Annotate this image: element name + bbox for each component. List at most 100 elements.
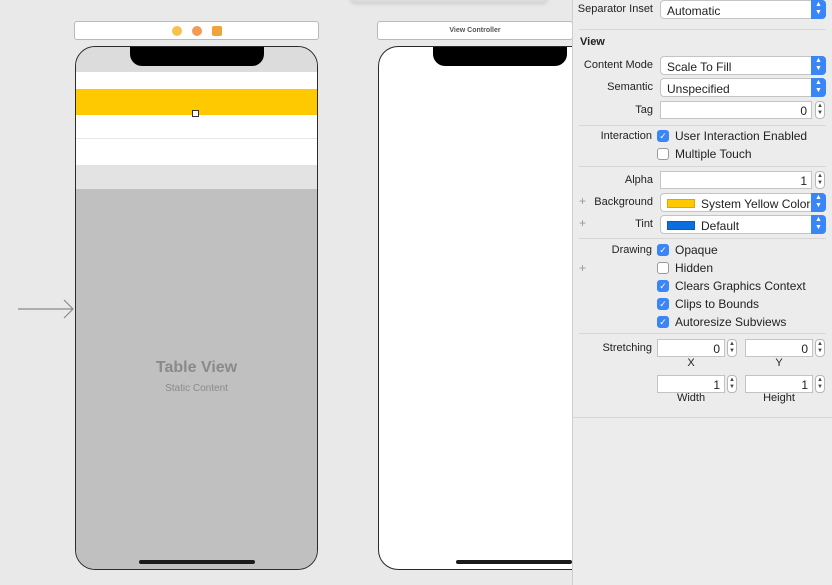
plus-icon[interactable]: + — [579, 216, 586, 230]
semantic-row: Semantic Unspecified ▲ ▼ — [573, 78, 832, 98]
checkmark-icon: ✓ — [657, 280, 669, 292]
tag-label: Tag — [635, 104, 653, 116]
checkbox-label: Autoresize Subviews — [675, 315, 787, 329]
stretching-x-stepper[interactable]: ▲ ▼ — [727, 339, 737, 357]
tint-row: + Tint Default ▲ ▼ — [573, 215, 832, 235]
tag-row: Tag 0 ▲ ▼ — [573, 101, 832, 121]
stretching-label: Stretching — [602, 342, 652, 354]
home-indicator — [139, 560, 255, 564]
content-mode-value: Scale To Fill — [667, 60, 732, 74]
content-mode-popup[interactable]: Scale To Fill ▲ ▼ — [660, 56, 826, 75]
device-notch — [433, 47, 567, 66]
color-swatch — [667, 199, 695, 208]
scene-dock-table-controller[interactable] — [74, 21, 319, 40]
autoresize-subviews-checkbox[interactable]: ✓ Autoresize Subviews — [657, 314, 786, 330]
content-mode-row: Content Mode Scale To Fill ▲ ▼ — [573, 56, 832, 76]
checkmark-icon: ✓ — [657, 244, 669, 256]
separator-inset-row: Separator Inset Automatic ▲ ▼ — [573, 0, 832, 20]
tint-label: Tint — [635, 218, 653, 230]
table-view-body[interactable] — [76, 189, 317, 569]
semantic-value: Unspecified — [667, 82, 730, 96]
table-cell[interactable] — [76, 139, 317, 165]
checkbox-label: Clears Graphics Context — [675, 279, 806, 293]
view-controller-icon[interactable] — [171, 25, 182, 36]
divider — [579, 125, 826, 126]
alpha-stepper[interactable]: ▲ ▼ — [815, 171, 825, 189]
divider — [579, 29, 826, 30]
checkmark-icon: ✓ — [657, 316, 669, 328]
view-controller-scene[interactable] — [378, 46, 572, 570]
content-mode-label: Content Mode — [583, 59, 653, 71]
stretching-height-field[interactable]: 1 — [745, 375, 813, 393]
drawing-label: Drawing — [611, 244, 652, 256]
tint-color-popup[interactable]: Default ▲ ▼ — [660, 215, 826, 234]
x-caption: X — [687, 357, 695, 369]
table-cell[interactable] — [76, 72, 317, 89]
plus-icon[interactable]: + — [579, 194, 586, 208]
table-view-label: Table View — [155, 359, 238, 376]
storyboard-canvas[interactable]: View Controller Table View Static Conten… — [0, 0, 572, 585]
background-value: System Yellow Color — [701, 197, 811, 211]
table-section-footer — [76, 165, 317, 189]
divider — [579, 166, 826, 167]
stretching-width-field[interactable]: 1 — [657, 375, 725, 393]
plus-icon[interactable]: + — [579, 261, 586, 275]
checkbox-label: Clips to Bounds — [675, 297, 760, 311]
chevron-updown-icon: ▲ ▼ — [811, 56, 826, 75]
stretching-height-stepper[interactable]: ▲ ▼ — [815, 375, 825, 393]
first-responder-icon[interactable] — [191, 25, 202, 36]
device-notch — [130, 47, 264, 66]
initial-controller-arrow-icon[interactable] — [18, 298, 76, 320]
semantic-label: Semantic — [607, 81, 653, 93]
attributes-inspector: Separator Inset Automatic ▲ ▼ View Conten… — [572, 0, 832, 585]
hidden-checkbox[interactable]: Hidden — [657, 260, 713, 276]
chevron-updown-icon: ▲ ▼ — [811, 193, 826, 212]
stretching-y-field[interactable]: 0 — [745, 339, 813, 357]
divider — [579, 333, 826, 334]
scene-dock-view-controller[interactable]: View Controller — [377, 21, 572, 40]
tag-stepper[interactable]: ▲ ▼ — [815, 101, 825, 119]
separator-inset-label: Separator Inset — [577, 3, 653, 15]
divider — [579, 238, 826, 239]
clears-graphics-context-checkbox[interactable]: ✓ Clears Graphics Context — [657, 278, 806, 294]
stretching-width-stepper[interactable]: ▲ ▼ — [727, 375, 737, 393]
selection-handle[interactable] — [192, 110, 199, 117]
checkbox-label: User Interaction Enabled — [675, 129, 808, 143]
checkmark-icon: ✓ — [657, 130, 669, 142]
alpha-field[interactable]: 1 — [660, 171, 812, 189]
width-caption: Width — [676, 392, 706, 404]
exit-icon[interactable] — [211, 25, 222, 36]
stretching-y-stepper[interactable]: ▲ ▼ — [815, 339, 825, 357]
section-title-view: View — [580, 36, 605, 48]
stretching-x-field[interactable]: 0 — [657, 339, 725, 357]
chevron-updown-icon: ▲ ▼ — [811, 215, 826, 234]
user-interaction-enabled-checkbox[interactable]: ✓ User Interaction Enabled — [657, 128, 807, 144]
home-indicator — [456, 560, 572, 564]
tag-field[interactable]: 0 — [660, 101, 812, 119]
table-cell[interactable] — [76, 115, 317, 139]
divider — [573, 417, 832, 418]
multiple-touch-checkbox[interactable]: Multiple Touch — [657, 146, 752, 162]
background-color-popup[interactable]: System Yellow Color ▲ ▼ — [660, 193, 826, 212]
alpha-label: Alpha — [624, 174, 653, 186]
popover-shadow — [350, 0, 548, 2]
separator-inset-popup[interactable]: Automatic ▲ ▼ — [660, 0, 826, 19]
chevron-updown-icon: ▲ ▼ — [811, 0, 826, 19]
separator-inset-value: Automatic — [667, 4, 721, 18]
clips-to-bounds-checkbox[interactable]: ✓ Clips to Bounds — [657, 296, 759, 312]
tint-value: Default — [701, 219, 740, 233]
table-view-controller-scene[interactable]: Table View Static Content — [75, 46, 318, 570]
background-label: Background — [594, 196, 653, 208]
y-caption: Y — [775, 357, 783, 369]
semantic-popup[interactable]: Unspecified ▲ ▼ — [660, 78, 826, 97]
scene-title: View Controller — [449, 27, 501, 34]
background-row: + Background System Yellow Color ▲ ▼ — [573, 193, 832, 213]
chevron-updown-icon: ▲ ▼ — [811, 78, 826, 97]
checkbox-label: Multiple Touch — [675, 147, 752, 161]
color-swatch — [667, 221, 695, 230]
height-caption: Height — [763, 392, 795, 404]
opaque-checkbox[interactable]: ✓ Opaque — [657, 242, 718, 258]
checkmark-icon: ✓ — [657, 298, 669, 310]
checkbox-empty-icon — [657, 262, 669, 274]
alpha-row: Alpha 1 ▲ ▼ — [573, 171, 832, 191]
